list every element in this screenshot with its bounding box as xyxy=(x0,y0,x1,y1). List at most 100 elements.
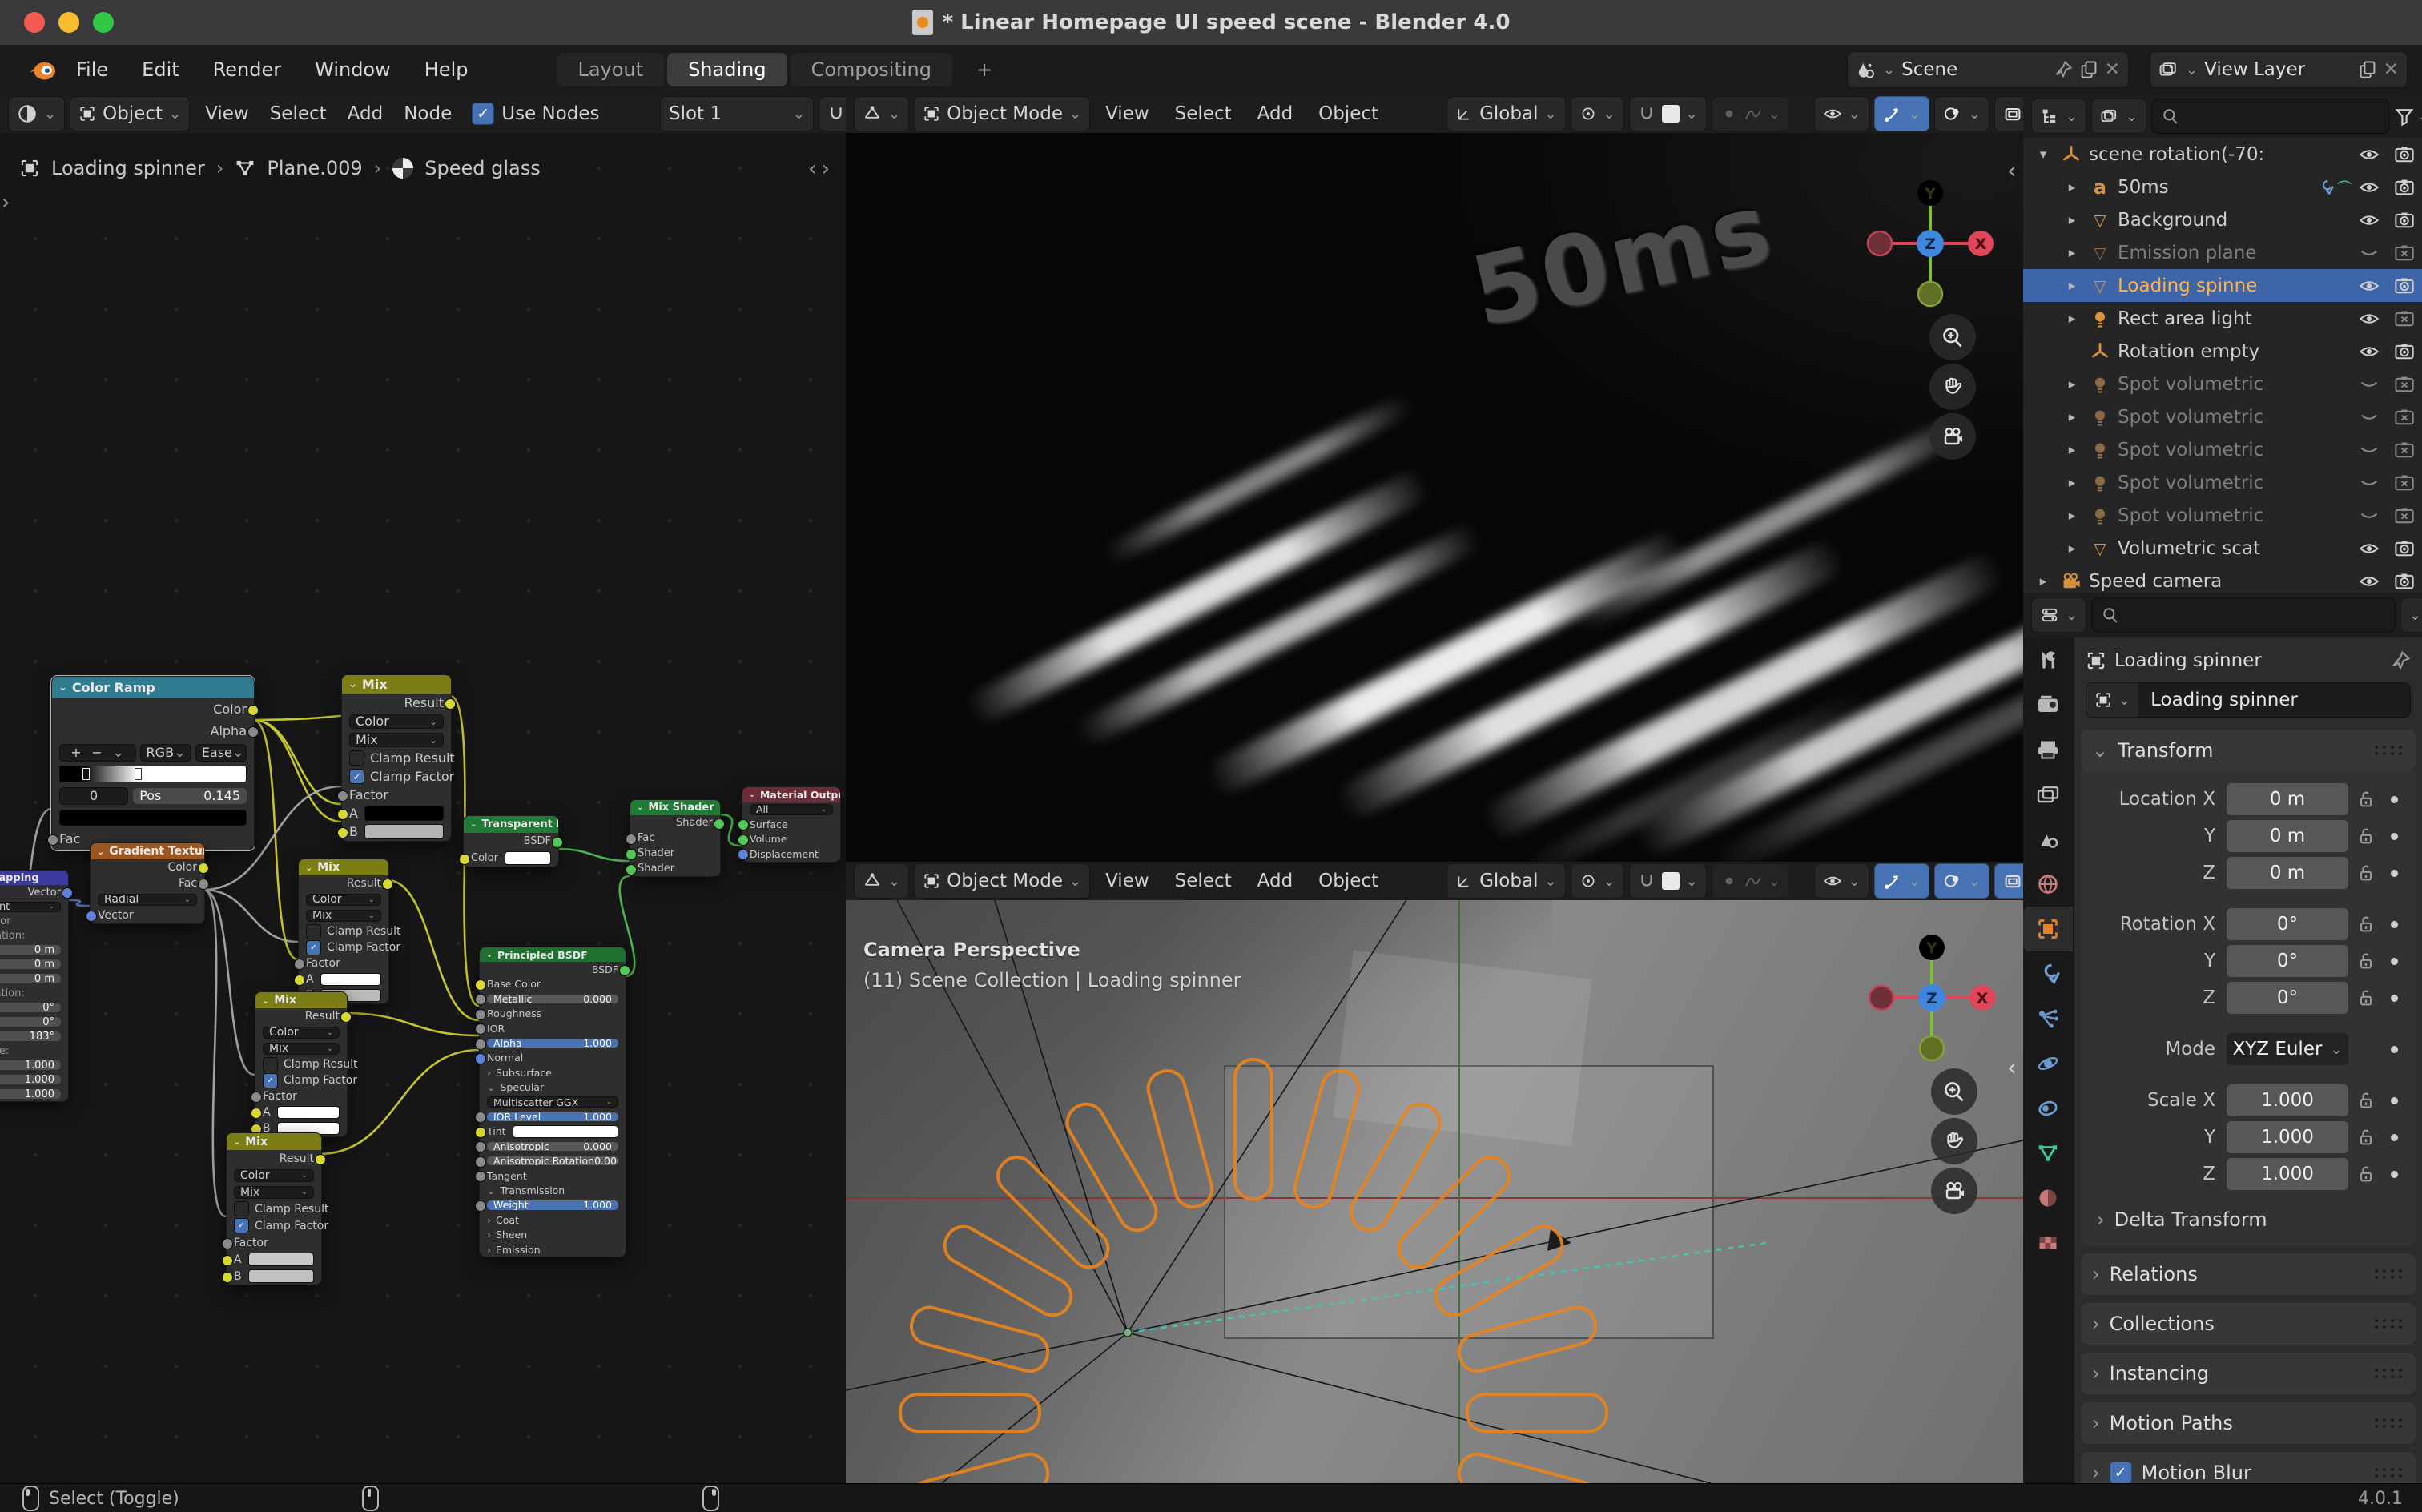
panel-relations[interactable]: ›Relations xyxy=(2081,1253,2416,1295)
menu-node[interactable]: Node xyxy=(393,103,462,124)
spinner-blade[interactable] xyxy=(1233,1058,1273,1200)
lock-toggle[interactable] xyxy=(2348,863,2384,883)
node-row-row[interactable]: 1.000 xyxy=(0,1087,68,1101)
sidebar-expand-icon[interactable]: ‹ xyxy=(2007,1054,2017,1082)
node-row-section-specular[interactable]: ⌄Specular xyxy=(480,1080,626,1095)
render-toggle[interactable] xyxy=(2387,211,2422,229)
node-row-color-ramp-gradient[interactable] xyxy=(52,763,254,785)
node-row-input-weight[interactable]: Weight1.000 xyxy=(480,1198,626,1212)
scene-name[interactable]: Scene xyxy=(1901,59,2047,80)
animate-dot[interactable] xyxy=(2384,833,2404,840)
proportional-edit-group[interactable]: ⌄ xyxy=(1712,96,1789,131)
node-mix-shader[interactable]: ⌄Mix ShaderShaderFacShaderShader xyxy=(630,799,721,877)
overlays-toggle[interactable]: ⌄ xyxy=(1934,863,1990,899)
node-row-clamp-result-checkbox[interactable]: Clamp Result xyxy=(227,1200,321,1217)
node-row-input-a[interactable]: A xyxy=(255,1104,347,1120)
properties-tab-texture[interactable] xyxy=(2023,1220,2073,1265)
transform-orientation-dropdown[interactable]: Global⌄ xyxy=(1446,863,1565,899)
node-header[interactable]: ⌄Transparent BSDF xyxy=(464,816,558,833)
transform-value[interactable]: 1.000 xyxy=(2227,1121,2348,1153)
properties-tab-modifiers[interactable] xyxy=(2023,951,2073,996)
zoom-button[interactable] xyxy=(1929,314,1976,360)
node-row-input-anisotropic[interactable]: Anisotropic0.000 xyxy=(480,1139,626,1153)
outliner-item-50ms[interactable]: ▸a50ms⌒ xyxy=(2023,171,2422,203)
mode-dropdown[interactable]: Object Mode⌄ xyxy=(914,96,1090,131)
render-toggle[interactable] xyxy=(2387,310,2422,328)
lock-toggle[interactable] xyxy=(2348,826,2384,846)
node-row-input-b[interactable]: B xyxy=(342,822,451,841)
node-header[interactable]: ⌄Mix xyxy=(227,1133,321,1150)
visibility-dropdown[interactable]: ⌄ xyxy=(1814,96,1869,131)
visibility-toggle[interactable] xyxy=(2352,310,2387,328)
node-header[interactable]: ⌄Gradient Texture xyxy=(91,843,204,859)
visibility-toggle[interactable] xyxy=(2352,146,2387,163)
menu-window[interactable]: Window xyxy=(298,58,408,81)
animate-dot[interactable] xyxy=(2384,796,2404,803)
node-row-clamp-factor-checkbox[interactable]: ✓Clamp Factor xyxy=(299,939,388,955)
node-row-input-tint[interactable]: Tint xyxy=(480,1124,626,1139)
expander-icon[interactable]: ▸ xyxy=(2058,409,2086,425)
node-mapping[interactable]: ⌄MappingVectorPoint⌄VectorLocation:0 m0 … xyxy=(0,870,69,1102)
properties-tab-physics[interactable] xyxy=(2023,1041,2073,1086)
outliner-item-rect-area-light[interactable]: ▸Rect area light xyxy=(2023,302,2422,335)
node-material-output[interactable]: ⌄Material OutputAll⌄SurfaceVolumeDisplac… xyxy=(742,786,841,863)
rotation-mode-dropdown[interactable]: XYZ Euler⌄ xyxy=(2227,1033,2348,1065)
outliner-display-mode-button[interactable]: ⌄ xyxy=(2031,99,2086,134)
lock-toggle[interactable] xyxy=(2348,1128,2384,1147)
outliner-item-rotation-empty[interactable]: Rotation empty xyxy=(2023,335,2422,368)
node-header[interactable]: ⌄Principled BSDF xyxy=(480,947,626,962)
node-row-stop-index-pos[interactable]: 0Pos0.145 xyxy=(52,785,254,806)
expander-icon[interactable]: ▸ xyxy=(2058,278,2086,294)
node-header[interactable]: ⌄Mix xyxy=(342,675,451,694)
expander-icon[interactable]: ▸ xyxy=(2058,212,2086,228)
node-header[interactable]: ⌄Mix xyxy=(255,992,347,1008)
sidebar-expand-icon[interactable]: ‹ xyxy=(2007,157,2017,185)
properties-tab-scene[interactable] xyxy=(2023,817,2073,862)
gizmo-toggle[interactable]: ⌄ xyxy=(1874,96,1929,131)
node-row-input-vector[interactable]: Vector xyxy=(91,907,204,923)
render-toggle[interactable] xyxy=(2387,540,2422,557)
lock-toggle[interactable] xyxy=(2348,951,2384,971)
node-row-row[interactable]: 0 m xyxy=(0,957,68,971)
node-row-distribution-dropdown[interactable]: Multiscatter GGX⌄ xyxy=(480,1095,626,1109)
outliner-item-spot-volumetric[interactable]: ▸Spot volumetric xyxy=(2023,466,2422,499)
node-row-input-ior-level[interactable]: IOR Level1.000 xyxy=(480,1109,626,1124)
node-row-input-shader-2[interactable]: Shader xyxy=(630,861,720,876)
camera-view-button[interactable] xyxy=(1931,1168,1977,1214)
remove-view-layer-icon[interactable]: ✕ xyxy=(2384,59,2399,80)
outliner-item-name[interactable]: Loading spinne xyxy=(2118,275,2352,296)
new-view-layer-icon[interactable] xyxy=(2358,60,2377,79)
node-row-row[interactable]: 0° xyxy=(0,1000,68,1015)
expander-icon[interactable]: ▸ xyxy=(2058,442,2086,458)
snap-toggle-group[interactable]: ⌄ xyxy=(1629,863,1707,899)
pin-icon[interactable] xyxy=(2054,60,2073,79)
node-row-clamp-factor-checkbox[interactable]: ✓Clamp Factor xyxy=(255,1072,347,1088)
node-row-blend-mode-dropdown[interactable]: Mix⌄ xyxy=(227,1184,321,1200)
menu-render[interactable]: Render xyxy=(196,58,298,81)
node-header[interactable]: ⌄Material Output xyxy=(742,787,840,802)
node-row-input-fac[interactable]: Fac xyxy=(630,830,720,846)
node-row-gradient-type-dropdown[interactable]: Radial⌄ xyxy=(91,891,204,907)
shader-type-dropdown[interactable]: Object⌄ xyxy=(70,96,190,131)
node-row-section-emission[interactable]: ›Emission xyxy=(480,1242,626,1257)
expander-icon[interactable]: ▸ xyxy=(2058,245,2086,261)
render-toggle[interactable] xyxy=(2387,408,2422,426)
animate-dot[interactable] xyxy=(2384,995,2404,1002)
spinner-blade[interactable] xyxy=(899,1393,1041,1433)
node-row-input-a[interactable]: A xyxy=(299,971,388,987)
outliner-item-name[interactable]: Spot volumetric xyxy=(2118,440,2352,460)
properties-tab-output[interactable] xyxy=(2023,727,2073,772)
scene-selector[interactable]: ⌄ Scene ✕ xyxy=(1847,51,2129,88)
node-mix-3[interactable]: ⌄MixResultColor⌄Mix⌄Clamp Result✓Clamp F… xyxy=(255,991,348,1137)
axis-gizmo[interactable]: Y X Z xyxy=(1862,175,1998,312)
properties-tab-object[interactable] xyxy=(2023,907,2073,951)
menu-help[interactable]: Help xyxy=(408,58,485,81)
node-row-row[interactable]: 1.000 xyxy=(0,1072,68,1087)
node-row-data-type-dropdown[interactable]: Color⌄ xyxy=(255,1024,347,1040)
expander-icon[interactable]: ▸ xyxy=(2030,573,2057,589)
lock-toggle[interactable] xyxy=(2348,988,2384,1007)
editor-type-button[interactable]: ⌄ xyxy=(8,96,65,131)
menu-add[interactable]: Add xyxy=(1247,103,1304,124)
maximize-window-button[interactable] xyxy=(93,12,114,33)
node-row-clamp-result-checkbox[interactable]: Clamp Result xyxy=(299,923,388,939)
